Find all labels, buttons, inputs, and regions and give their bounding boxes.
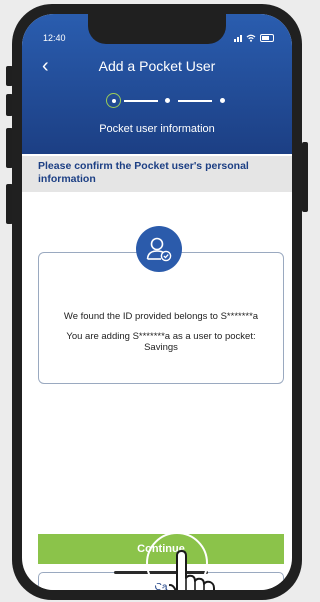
status-time: 12:40 (43, 33, 66, 43)
confirm-text: Please confirm the Pocket user's persona… (38, 160, 249, 185)
step-3 (220, 98, 225, 103)
user-check-icon (136, 226, 182, 272)
status-icons (234, 34, 274, 42)
progress-stepper (106, 92, 236, 112)
found-id-text: We found the ID provided belongs to S***… (63, 311, 259, 322)
phone-frame: 12:40 ‹ Add a Pocket User Pocket user in… (12, 4, 302, 600)
wifi-icon (246, 34, 256, 42)
step-subtitle: Pocket user information (99, 123, 215, 135)
step-2 (165, 98, 170, 103)
header: 12:40 ‹ Add a Pocket User Pocket user in… (22, 14, 292, 154)
user-check-glyph (146, 237, 172, 262)
power-button (302, 142, 308, 212)
tap-hand-icon (169, 550, 215, 590)
signal-icon (234, 34, 242, 42)
page-title: Add a Pocket User (98, 58, 216, 74)
screen: 12:40 ‹ Add a Pocket User Pocket user in… (22, 14, 292, 590)
adding-user-text: You are adding S*******a as a user to po… (66, 331, 256, 353)
confirm-banner: Please confirm the Pocket user's persona… (22, 156, 292, 192)
notch (88, 14, 226, 44)
step-1-active (106, 93, 121, 108)
battery-icon (260, 34, 274, 42)
